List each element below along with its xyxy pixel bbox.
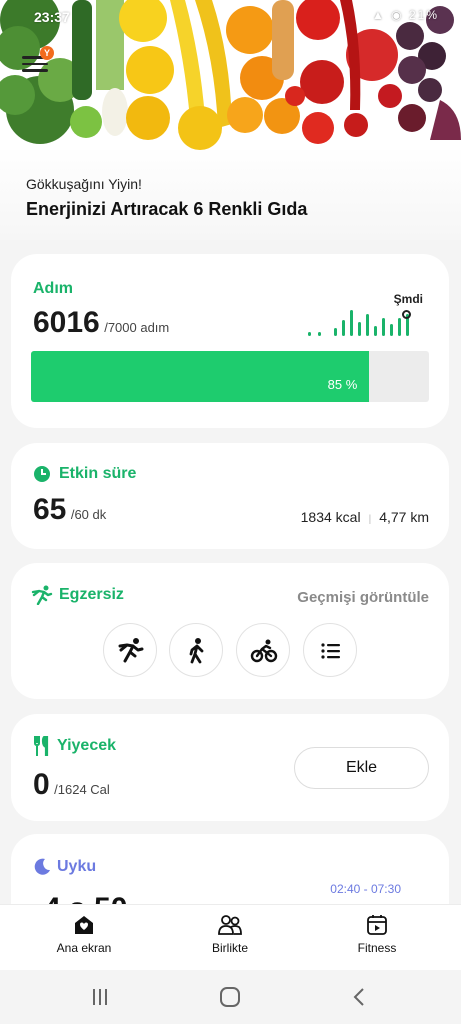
active-time-goal: /60 dk — [70, 507, 107, 522]
spark-bar — [308, 332, 311, 336]
steps-card[interactable]: Adım 6016 /7000 adım Şmdi 85 % — [11, 254, 449, 428]
food-value: 0 — [33, 768, 50, 801]
cycling-button[interactable] — [236, 623, 290, 677]
nav-home[interactable]: Ana ekran — [34, 913, 134, 955]
hero-subtitle: Gökkuşağını Yiyin! — [26, 176, 142, 192]
steps-goal: /7000 adım — [104, 320, 170, 335]
list-icon — [321, 643, 340, 659]
fitness-video-icon — [367, 915, 387, 935]
home-button-icon[interactable] — [219, 987, 241, 1007]
food-title: Yiyecek — [57, 737, 117, 754]
running-icon — [118, 638, 144, 663]
active-time-value-row: 65 /60 dk — [33, 493, 106, 527]
steps-sparkline — [308, 310, 409, 336]
home-icon — [75, 916, 93, 934]
sleep-title: Uyku — [57, 858, 97, 875]
food-goal: /1624 Cal — [54, 782, 110, 797]
spark-bar — [350, 310, 353, 336]
samsung-health-home: 23:37 ▲ ◉ 21% Y Gökkuşağını Yiyin! Enerj… — [0, 0, 461, 1024]
nav-fitness-label: Fitness — [357, 941, 397, 955]
spark-bar — [374, 326, 377, 336]
view-history-link[interactable]: Geçmişi görüntüle — [297, 589, 429, 606]
steps-title: Adım — [33, 280, 73, 297]
running-button[interactable] — [103, 623, 157, 677]
back-icon[interactable] — [350, 987, 370, 1007]
status-bar: 23:37 ▲ ◉ 21% — [0, 0, 461, 34]
system-navigation-bar — [0, 970, 461, 1024]
metric-separator: | — [368, 514, 372, 525]
calories-value: 1834 kcal — [300, 509, 361, 525]
status-time: 23:37 — [34, 9, 70, 25]
active-metrics: 1834 kcal | 4,77 km — [301, 509, 429, 525]
active-time-card[interactable]: Etkin süre 65 /60 dk 1834 kcal | 4,77 km — [11, 443, 449, 549]
cutlery-icon — [34, 736, 49, 756]
moon-icon — [34, 858, 50, 875]
people-icon — [218, 915, 242, 935]
steps-value: 6016 — [33, 306, 100, 339]
steps-percent: 85 % — [327, 377, 358, 392]
spark-bar — [382, 318, 385, 336]
sleep-time-range: 02:40 - 07:30 — [330, 882, 401, 896]
hero-banner[interactable]: 23:37 ▲ ◉ 21% Y Gökkuşağını Yiyin! Enerj… — [0, 0, 461, 240]
bottom-navigation: Ana ekran Birlikte Fitness — [0, 904, 461, 970]
spark-bar — [334, 328, 337, 336]
cycling-icon — [250, 639, 278, 663]
spark-bar — [342, 320, 345, 336]
steps-progress-fill: 85 % — [31, 351, 370, 402]
exercise-card[interactable]: Egzersiz Geçmişi görüntüle — [11, 563, 449, 699]
active-time-value: 65 — [33, 493, 67, 526]
active-time-title: Etkin süre — [59, 465, 137, 482]
walking-icon — [189, 638, 204, 664]
now-marker-icon — [402, 310, 411, 319]
now-label: Şmdi — [393, 292, 423, 306]
spark-bar — [318, 332, 321, 336]
exercise-title: Egzersiz — [59, 586, 124, 603]
distance-value: 4,77 km — [379, 509, 429, 525]
exercise-runner-icon — [31, 585, 53, 605]
nav-together[interactable]: Birlikte — [180, 913, 280, 955]
nav-fitness[interactable]: Fitness — [327, 913, 427, 955]
nav-home-label: Ana ekran — [56, 941, 112, 955]
walking-button[interactable] — [169, 623, 223, 677]
hero-title: Enerjinizi Artıracak 6 Renkli Gıda — [26, 199, 308, 219]
more-exercises-button[interactable] — [303, 623, 357, 677]
notification-badge: Y — [40, 46, 54, 60]
spark-bar — [358, 322, 361, 336]
steps-progress-bar: 85 % — [31, 351, 429, 402]
food-card[interactable]: Yiyecek 0 /1624 Cal Ekle — [11, 714, 449, 821]
spark-bar — [366, 314, 369, 336]
clock-icon — [34, 466, 50, 482]
steps-value-row: 6016 /7000 adım — [33, 306, 169, 340]
spark-bar — [398, 318, 401, 336]
nav-together-label: Birlikte — [211, 941, 248, 955]
recent-apps-icon[interactable] — [90, 987, 110, 1007]
spark-bar — [390, 324, 393, 336]
status-icons: ▲ ◉ 21% — [371, 8, 439, 22]
food-value-row: 0 /1624 Cal — [33, 768, 110, 802]
menu-icon[interactable]: Y — [22, 46, 54, 76]
add-food-button[interactable]: Ekle — [294, 747, 429, 789]
